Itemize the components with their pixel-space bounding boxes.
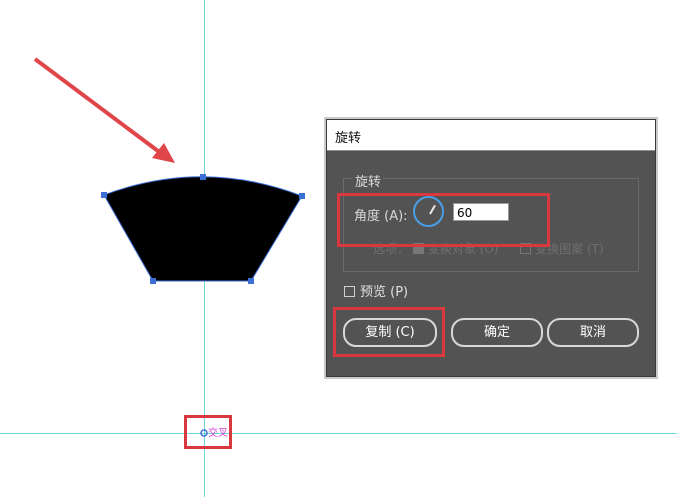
preview-row[interactable]: 预览 (P)	[344, 281, 408, 300]
dialog-title: 旋转	[335, 131, 362, 146]
anchor-point[interactable]	[248, 278, 254, 284]
anchor-point[interactable]	[299, 193, 305, 199]
preview-checkbox[interactable]	[344, 286, 355, 297]
cancel-button[interactable]: 取消	[547, 318, 639, 347]
annotation-arrow-head	[152, 143, 175, 163]
annotation-arrow	[33, 57, 164, 156]
angle-highlight-box	[337, 193, 550, 247]
copy-highlight-box	[333, 307, 445, 357]
anchor-point[interactable]	[200, 174, 206, 180]
fan-shape[interactable]	[103, 176, 303, 282]
anchor-point[interactable]	[150, 278, 156, 284]
ok-button[interactable]: 确定	[451, 318, 543, 347]
anchor-point[interactable]	[101, 192, 107, 198]
preview-label: 预览 (P)	[360, 285, 409, 300]
origin-highlight-box	[184, 415, 232, 449]
dialog-titlebar[interactable]: 旋转	[327, 120, 655, 151]
rotate-group-label: 旋转	[353, 171, 384, 190]
